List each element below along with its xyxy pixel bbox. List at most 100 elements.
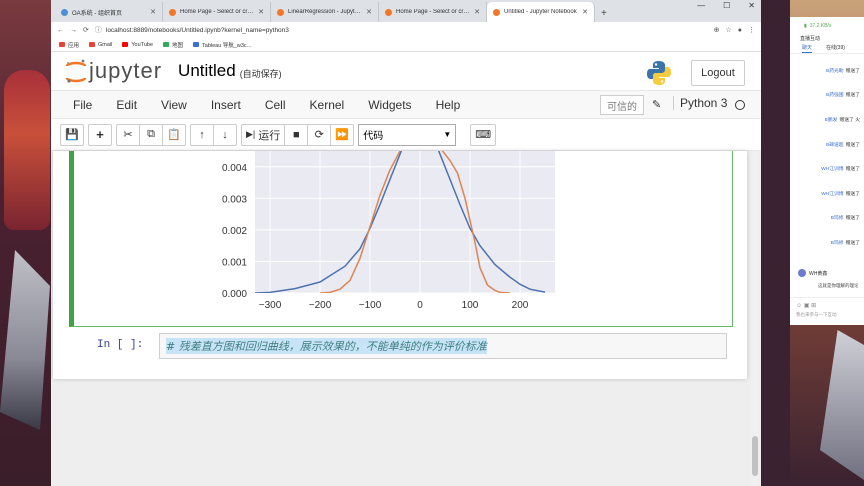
interrupt-button[interactable]: ■	[284, 123, 309, 146]
menu-help[interactable]: Help	[436, 98, 461, 112]
url-field[interactable]: ⓘ localhost:8889/notebooks/Untitled.ipyn…	[95, 24, 708, 36]
bookmark-icon	[122, 42, 129, 47]
chat-last-user: WH黄鑫	[809, 270, 828, 277]
chat-message-list: B药光助 赠送了 B药强国 赠送了 B鹏发 赠送了 火 B碑道超 赠送了 WH江训博 赠送了 WH江…	[790, 54, 864, 255]
bookmark-icon	[89, 42, 96, 47]
browser-tab[interactable]: Home Page - Select or create ✕	[163, 2, 271, 22]
scrollbar-thumb[interactable]	[752, 436, 758, 476]
x-tick-label: 200	[512, 300, 529, 311]
menu-widgets[interactable]: Widgets	[368, 98, 411, 112]
page-scrollbar[interactable]	[751, 151, 759, 486]
jupyter-logo-text: jupyter	[89, 58, 163, 83]
zoom-icon[interactable]: ⊕	[714, 26, 720, 34]
menu-kernel[interactable]: Kernel	[310, 98, 345, 112]
bookmark-item[interactable]: 应用	[59, 41, 79, 49]
tab-close-icon[interactable]: ✕	[474, 8, 480, 16]
cell-type-select[interactable]: 代码 ▼	[358, 123, 457, 146]
tab-favicon-icon	[385, 8, 392, 16]
scissors-icon: ✂	[123, 129, 133, 141]
notebook-page: −300 −200 −100 0 100 200 0.000 0.001 0.002 0.003 0…	[53, 151, 747, 379]
tab-close-icon[interactable]: ✕	[258, 8, 264, 16]
cut-button[interactable]: ✂	[116, 123, 140, 146]
chat-text: 赠送了	[845, 68, 860, 74]
x-tick-label: −100	[359, 300, 382, 311]
menu-file[interactable]: File	[73, 98, 92, 112]
browser-tab[interactable]: Untitled - Jupyter Notebook ✕	[487, 2, 595, 22]
chat-user: B碑道超	[826, 142, 844, 148]
reload-icon[interactable]: ⟳	[83, 26, 89, 34]
browser-tab[interactable]: LinearRegression - Jupyter No ✕	[271, 2, 379, 22]
jupyter-logo[interactable]: jupyter	[65, 58, 162, 84]
run-button[interactable]: ▶| 运行	[241, 123, 286, 146]
code-cell-input[interactable]: # 残差直方图和回归曲线，展示效果的，不能单纯的作为评价标准	[159, 333, 727, 359]
menu-cell[interactable]: Cell	[265, 98, 286, 112]
step-forward-icon: ▶|	[246, 129, 256, 139]
chat-text: 赠送了	[845, 240, 860, 246]
bookmark-item[interactable]: 地图	[163, 41, 183, 49]
forward-icon[interactable]: →	[70, 27, 77, 34]
notebook-title[interactable]: Untitled	[178, 61, 236, 81]
browser-tab[interactable]: OA系统 - 组织首页 ✕	[55, 2, 163, 22]
menu-view[interactable]: View	[161, 98, 187, 112]
menu-insert[interactable]: Insert	[211, 98, 241, 112]
copy-button[interactable]: ⧉	[139, 123, 163, 146]
tab-favicon-icon	[61, 8, 68, 16]
trusted-badge[interactable]: 可信的	[600, 95, 644, 115]
chat-message: B药光助 赠送了	[820, 58, 860, 83]
chat-user: B玛修	[830, 240, 844, 246]
kernel-name: Python 3	[673, 96, 727, 110]
network-speed: 37.2 KB/s	[809, 23, 832, 29]
chat-last-message: WH黄鑫	[798, 269, 827, 277]
chat-message: WH江训博 赠送了	[820, 181, 860, 206]
menu-edit[interactable]: Edit	[116, 98, 137, 112]
edit-pencil-icon[interactable]: ✎	[652, 98, 661, 111]
insert-cell-button[interactable]: +	[88, 123, 112, 146]
chat-message: B玛修 赠送了	[820, 230, 860, 255]
chat-user: B药强国	[826, 93, 844, 99]
tab-close-icon[interactable]: ✕	[366, 8, 372, 16]
save-button[interactable]: 💾	[60, 123, 84, 146]
tab-close-icon[interactable]: ✕	[582, 8, 588, 16]
maximize-icon[interactable]: ☐	[723, 1, 730, 10]
tab-close-icon[interactable]: ✕	[150, 8, 156, 16]
chat-input-placeholder: 我也来参与一下互动	[796, 312, 837, 317]
restart-button[interactable]: ⟳	[307, 123, 332, 146]
profile-icon[interactable]: ●	[738, 27, 742, 34]
move-up-button[interactable]: ↑	[190, 123, 214, 146]
stop-icon: ■	[292, 128, 300, 141]
chat-tab-chat[interactable]: 聊天	[802, 44, 813, 53]
chat-tab-online[interactable]: 在线(39)	[826, 44, 845, 53]
copy-icon: ⧉	[147, 128, 155, 140]
chat-tool-icons: ☺ ▣ ⊞	[796, 303, 817, 309]
kernel-status-icon	[735, 100, 745, 110]
logout-button[interactable]: Logout	[691, 60, 745, 86]
back-icon[interactable]: ←	[57, 27, 64, 34]
browser-tab[interactable]: Home Page - Select or create ✕	[379, 2, 487, 22]
minimize-icon[interactable]: —	[697, 1, 705, 10]
bookmark-item[interactable]: Gmail	[89, 42, 112, 48]
command-palette-button[interactable]: ⌨	[470, 123, 497, 146]
bookmark-icon	[163, 42, 170, 47]
input-prompt: In [ ]:	[97, 339, 144, 351]
star-icon[interactable]: ☆	[725, 26, 731, 34]
chat-header: ▮ 37.2 KB/s	[790, 17, 864, 35]
paste-button[interactable]: 📋	[162, 123, 186, 146]
density-chart: −300 −200 −100 0 100 200 0.000 0.001 0.002 0.003 0…	[222, 151, 555, 311]
chat-input[interactable]: ☺ ▣ ⊞ 我也来参与一下互动	[790, 297, 864, 325]
restart-run-all-button[interactable]: ⏩	[330, 123, 355, 146]
move-down-button[interactable]: ↓	[213, 123, 237, 146]
bookmark-item[interactable]: Tableau 导航_w3c...	[193, 41, 251, 49]
chat-user: WH江训博	[821, 191, 844, 197]
new-tab-button[interactable]: +	[595, 8, 613, 22]
chat-tabs: 聊天 在线(39)	[790, 44, 864, 54]
tab-label: Home Page - Select or create	[180, 9, 255, 15]
x-tick-label: −300	[259, 300, 282, 311]
tab-label: OA系统 - 组织首页	[72, 10, 123, 17]
bookmark-label: Gmail	[98, 41, 113, 48]
menu-dots-icon[interactable]: ⋮	[748, 26, 755, 34]
tab-favicon-icon	[169, 8, 176, 16]
chevron-down-icon: ▼	[443, 130, 452, 139]
close-icon[interactable]: ✕	[748, 1, 755, 10]
bookmark-item[interactable]: YouTube	[122, 42, 153, 48]
info-icon: ⓘ	[94, 27, 102, 34]
